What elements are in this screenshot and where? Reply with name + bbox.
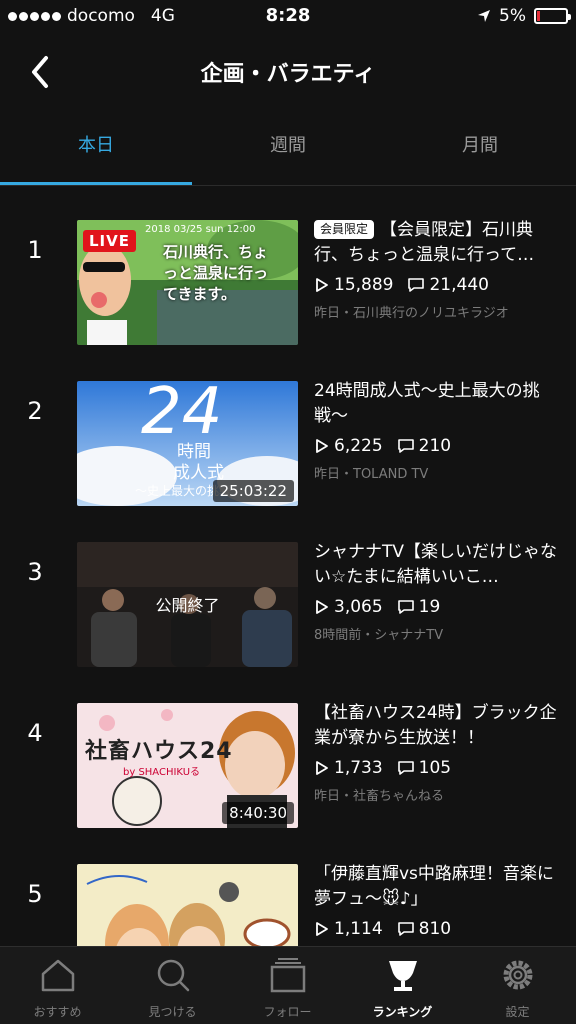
- ranking-row[interactable]: 2 24 時間 成人式 〜史上最大の挑戦〜 25:03:22 24時間成人式〜史…: [0, 347, 576, 508]
- ranking-list: 1 LIVE 2018 03/25 sun 12:00 石川典行、ちょっと温泉に…: [0, 186, 576, 946]
- location-arrow-icon: [478, 10, 491, 22]
- tab-week[interactable]: 週間: [192, 114, 384, 184]
- stream-ended-label: 公開終了: [155, 596, 220, 615]
- comment-icon: [397, 600, 414, 614]
- trophy-icon: [389, 961, 417, 991]
- rank-number: 5: [27, 880, 43, 908]
- status-bar: docomo 4G 8:28 5%: [0, 0, 576, 34]
- bottom-tab-bar: おすすめ 見つける フォロー ランキング 設定: [0, 946, 576, 1024]
- video-meta: 8時間前・シャナナTV: [314, 628, 444, 643]
- play-icon: [316, 922, 328, 936]
- play-icon: [316, 600, 328, 614]
- comment-count: 810: [418, 919, 452, 939]
- tab-indicator: [0, 182, 192, 185]
- home-icon: [41, 959, 75, 992]
- follow-icon: [270, 958, 306, 993]
- ranking-row[interactable]: 4 社畜ハウス24 by SHACHIKUる 8:40:30 【社畜ハウス24時…: [0, 669, 576, 830]
- thumb-subcaption: by SHACHIKUる: [123, 767, 201, 778]
- battery-icon: [534, 8, 571, 24]
- tab-month[interactable]: 月間: [384, 114, 576, 184]
- nav-label: 見つける: [148, 1005, 197, 1019]
- video-meta: 昨日・石川典行のノリユキラジオ: [314, 306, 509, 321]
- nav-follow[interactable]: フォロー: [230, 947, 345, 1024]
- battery-percent: 5%: [499, 6, 526, 26]
- rank-number: 4: [27, 719, 43, 747]
- tab-today[interactable]: 本日: [0, 114, 192, 184]
- nav-recommend[interactable]: おすすめ: [0, 947, 115, 1024]
- comment-count: 19: [418, 597, 441, 617]
- video-thumbnail[interactable]: LIVE 2018 03/25 sun 12:00 石川典行、ちょっと温泉に行っ…: [77, 220, 298, 345]
- nav-label: ランキング: [372, 1005, 433, 1019]
- period-tabs: 本日 週間 月間: [0, 114, 576, 186]
- video-meta: 昨日・社畜ちゃんねる: [314, 789, 445, 804]
- video-meta: 昨日・TOLAND TV: [314, 467, 429, 482]
- nav-ranking[interactable]: ランキング: [345, 947, 460, 1024]
- rank-number: 2: [27, 397, 43, 425]
- view-count: 6,225: [334, 436, 383, 456]
- video-title: シャナナTV【楽しいだけじゃない☆たまに結構いいこ…: [314, 542, 558, 587]
- comment-icon: [397, 439, 414, 453]
- ranking-row[interactable]: 1 LIVE 2018 03/25 sun 12:00 石川典行、ちょっと温泉に…: [0, 186, 576, 347]
- search-icon: [157, 959, 190, 992]
- video-thumbnail[interactable]: 24 時間 成人式 〜史上最大の挑戦〜 25:03:22: [77, 381, 298, 506]
- comment-count: 21,440: [429, 275, 489, 295]
- ranking-row[interactable]: 5 「伊藤直輝vs中路麻理！音楽に夢フュ〜🐭♪」 1,114 810: [0, 830, 576, 946]
- gear-icon: [503, 960, 533, 990]
- view-count: 1,733: [334, 758, 383, 778]
- nav-label: 設定: [505, 1005, 530, 1019]
- members-only-badge: 会員限定: [314, 220, 375, 239]
- rank-number: 1: [27, 236, 43, 264]
- nav-label: フォロー: [263, 1005, 312, 1019]
- video-duration: 25:03:22: [212, 480, 294, 502]
- thumb-caption: 石川典行、ちょっと温泉に行ってきます。: [163, 243, 269, 303]
- view-count: 3,065: [334, 597, 383, 617]
- video-title: 24時間成人式〜史上最大の挑戦〜: [314, 381, 540, 426]
- video-duration: 8:40:30: [222, 802, 294, 824]
- view-count: 15,889: [334, 275, 394, 295]
- comment-icon: [397, 761, 414, 775]
- rank-number: 3: [27, 558, 43, 586]
- video-thumbnail[interactable]: [77, 864, 298, 946]
- video-title: 会員限定 【会員限定】石川典行、ちょっと温泉に行って…: [314, 220, 535, 265]
- video-title: 「伊藤直輝vs中路麻理！音楽に夢フュ〜🐭♪」: [314, 864, 554, 909]
- comment-icon: [397, 922, 414, 936]
- video-title: 【社畜ハウス24時】ブラック企業が寮から生放送！！: [314, 703, 557, 748]
- video-thumbnail[interactable]: 公開終了: [77, 542, 298, 667]
- page-title: 企画・バラエティ: [200, 62, 376, 87]
- comment-count: 105: [418, 758, 452, 778]
- thumbnail-art: [77, 864, 298, 946]
- nav-discover[interactable]: 見つける: [115, 947, 230, 1024]
- live-badge: LIVE: [83, 230, 136, 252]
- thumb-date: 2018 03/25 sun 12:00: [145, 224, 256, 235]
- nav-label: おすすめ: [33, 1005, 82, 1019]
- video-thumbnail[interactable]: 社畜ハウス24 by SHACHIKUる 8:40:30: [77, 703, 298, 828]
- view-count: 1,114: [334, 919, 383, 939]
- nav-settings[interactable]: 設定: [460, 947, 575, 1024]
- play-icon: [316, 278, 328, 292]
- play-icon: [316, 439, 328, 453]
- comment-count: 210: [418, 436, 452, 456]
- nav-header: 企画・バラエティ: [0, 34, 576, 114]
- comment-icon: [408, 278, 425, 292]
- ranking-row[interactable]: 3 公開終了 シャナナTV【楽しいだけじゃない☆たまに結構いいこ… 3,065 …: [0, 508, 576, 669]
- thumb-caption: 社畜ハウス24: [85, 739, 233, 764]
- play-icon: [316, 761, 328, 775]
